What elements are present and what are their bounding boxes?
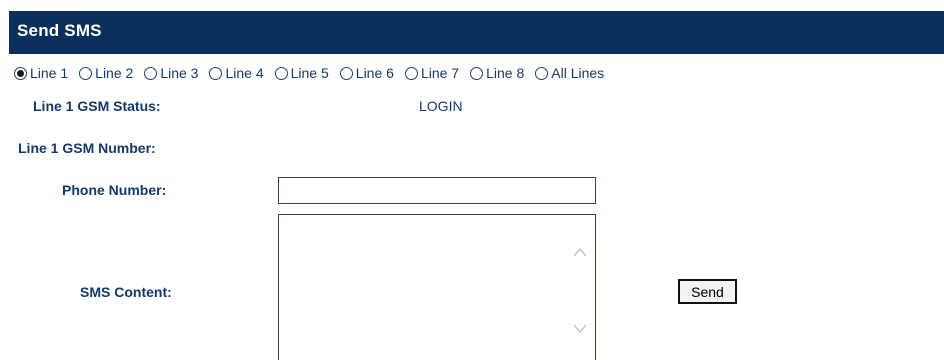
line-radio-1[interactable]: Line 1	[14, 65, 68, 81]
phone-number-input[interactable]	[278, 177, 596, 204]
line-label: Line 8	[486, 65, 525, 81]
line-radio-2[interactable]: Line 2	[79, 65, 133, 81]
line-label: Line 6	[355, 65, 394, 81]
radio-button[interactable]	[535, 66, 549, 80]
line-radio-4[interactable]: Line 4	[209, 65, 264, 81]
line-radio-5[interactable]: Line 5	[274, 65, 329, 81]
gsm-number-label: Line 1 GSM Number:	[18, 140, 156, 156]
line-label: All Lines	[551, 65, 605, 81]
radio-button[interactable]	[209, 66, 223, 80]
line-label: Line 3	[160, 65, 199, 81]
sms-content-label: SMS Content:	[80, 284, 172, 300]
radio-button[interactable]	[339, 66, 353, 80]
page-title: Send SMS	[17, 21, 102, 40]
radio-button[interactable]	[274, 66, 288, 80]
title-bar: Send SMS	[9, 11, 944, 54]
radio-button[interactable]	[79, 66, 93, 80]
sms-content-textarea[interactable]	[279, 215, 565, 360]
radio-button[interactable]	[470, 66, 484, 80]
line-radio-all[interactable]: All Lines	[535, 65, 604, 81]
gsm-status-label: Line 1 GSM Status:	[33, 98, 161, 114]
radio-button[interactable]	[14, 66, 27, 80]
line-radio-6[interactable]: Line 6	[339, 65, 394, 81]
chevron-down-icon[interactable]	[572, 320, 588, 336]
gsm-status-value: LOGIN	[419, 98, 463, 114]
line-selector: Line 1 Line 2 Line 3 Line 4 Line 5 Line …	[14, 62, 615, 84]
line-label: Line 5	[290, 65, 329, 81]
send-button[interactable]: Send	[678, 279, 737, 304]
line-radio-3[interactable]: Line 3	[144, 65, 198, 81]
scrollbar[interactable]	[565, 215, 595, 360]
line-radio-7[interactable]: Line 7	[404, 65, 460, 81]
line-label: Line 2	[95, 65, 134, 81]
sms-content-box	[278, 214, 596, 360]
radio-button[interactable]	[404, 66, 418, 80]
line-radio-8[interactable]: Line 8	[470, 65, 524, 81]
line-label: Line 4	[225, 65, 264, 81]
send-sms-page: Send SMS Line 1 Line 2 Line 3 Line 4 Lin…	[0, 0, 944, 360]
line-label: Line 1	[30, 65, 69, 81]
chevron-up-icon[interactable]	[572, 245, 588, 261]
line-label: Line 7	[420, 65, 460, 81]
radio-button[interactable]	[144, 66, 158, 80]
phone-number-label: Phone Number:	[62, 182, 167, 198]
